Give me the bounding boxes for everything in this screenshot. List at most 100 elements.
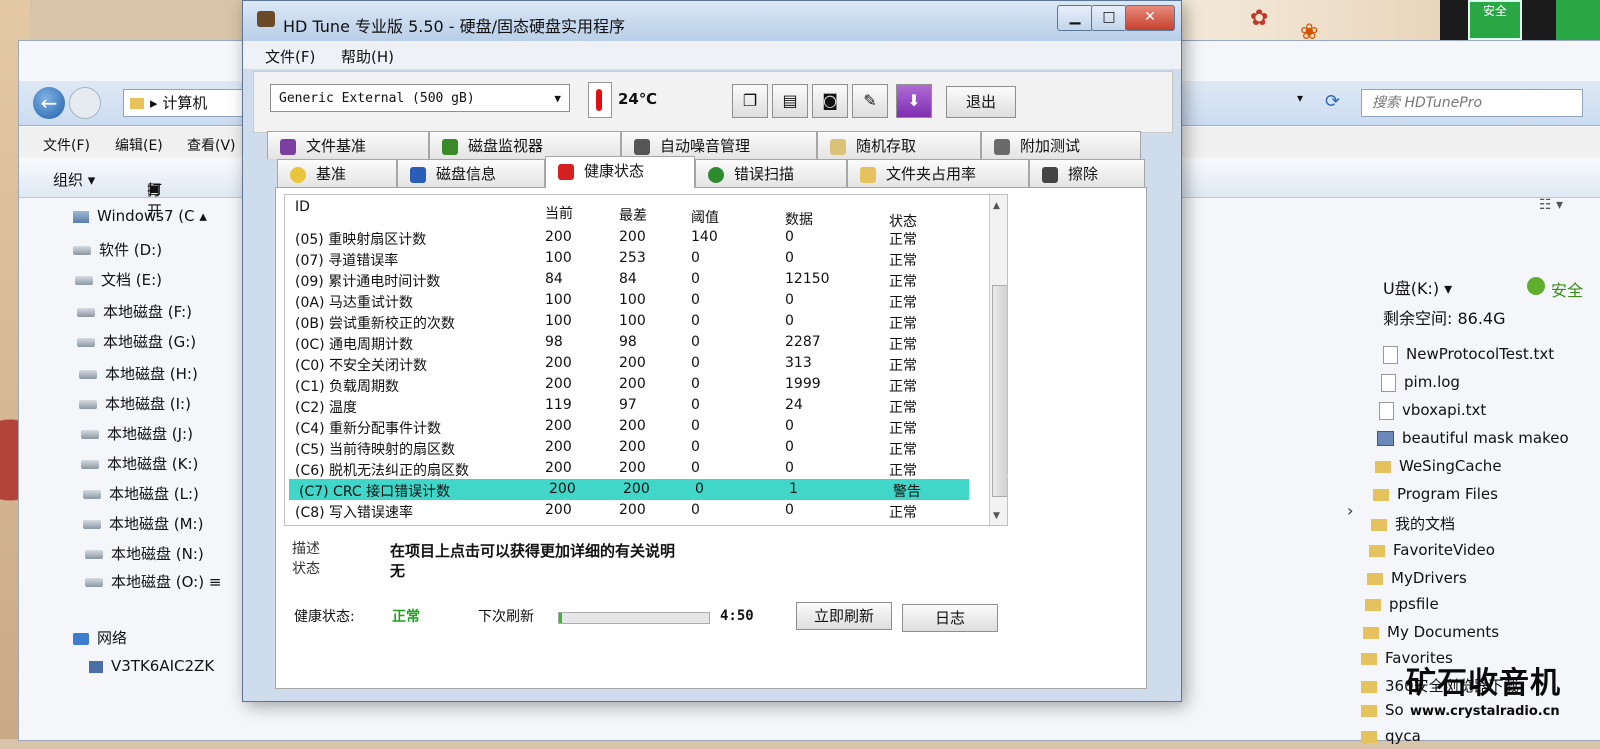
tab-health[interactable]: 健康状态 — [545, 156, 695, 188]
tab-file-benchmark[interactable]: 文件基准 — [267, 131, 429, 159]
folder-item[interactable]: Program Files — [1373, 485, 1498, 507]
table-scrollbar[interactable]: ▲ ▼ — [989, 195, 1007, 525]
table-row[interactable]: (07) 寻道错误率 100 253 0 0 正常 — [285, 248, 989, 269]
tree-item-j[interactable]: 本地磁盘 (J:) — [81, 423, 193, 447]
scroll-down-icon[interactable]: ▼ — [993, 511, 1000, 521]
minimize-button[interactable]: ▁ — [1057, 5, 1093, 31]
tree-item-e[interactable]: 文档 (E:) — [75, 269, 162, 293]
exit-button[interactable]: 退出 — [946, 86, 1016, 118]
tree-item-h[interactable]: 本地磁盘 (H:) — [79, 363, 198, 387]
column-header-worst[interactable]: 最差 — [619, 205, 647, 225]
table-row[interactable]: (09) 累计通电时间计数 84 84 0 12150 正常 — [285, 269, 989, 290]
column-header-data[interactable]: 数据 — [785, 209, 813, 229]
file-name: ppsfile — [1389, 595, 1439, 613]
save-button[interactable]: ⬇ — [896, 84, 932, 118]
scrollbar-thumb[interactable] — [992, 285, 1007, 497]
file-item[interactable]: beautiful mask makeo — [1377, 429, 1569, 451]
file-item[interactable]: pim.log — [1381, 373, 1460, 395]
menu-file[interactable]: 文件(F) — [43, 135, 90, 155]
cell-current: 98 — [545, 334, 563, 350]
forward-arrow-icon[interactable] — [69, 87, 101, 119]
log-button[interactable]: 日志 — [902, 604, 998, 632]
view-options-icon[interactable]: ☷ ▾ — [1539, 197, 1563, 213]
tab-disk-info[interactable]: 磁盘信息 — [397, 159, 545, 187]
tree-item-network[interactable]: 网络 — [73, 627, 127, 651]
folder-item[interactable]: WeSingCache — [1375, 457, 1502, 479]
health-panel: ID 当前 最差 阈值 数据 状态 (05) 重映射扇区计数 200 200 140 0… — [275, 187, 1147, 689]
folder-item[interactable]: ppsfile — [1365, 595, 1439, 617]
safe-label[interactable]: 安全 — [1551, 277, 1583, 301]
folder-item[interactable]: My Documents — [1363, 623, 1499, 645]
tree-item-c[interactable]: Windows7 (C ▴ — [73, 207, 207, 231]
address-dropdown-icon[interactable]: ▾ — [1297, 91, 1303, 105]
close-button[interactable]: ✕ — [1125, 5, 1175, 31]
tab-erase[interactable]: 擦除 — [1029, 159, 1145, 187]
table-row[interactable]: (C6) 脱机无法纠正的扇区数 200 200 0 0 正常 — [285, 458, 989, 479]
table-row[interactable]: (0A) 马达重试计数 100 100 0 0 正常 — [285, 290, 989, 311]
copy-info-button[interactable]: ❐ — [732, 84, 768, 118]
tree-item-computer[interactable]: V3TK6AIC2ZK — [89, 657, 214, 681]
column-header-id[interactable]: ID — [295, 199, 310, 215]
table-row[interactable]: (C8) 写入错误速率 200 200 0 0 正常 — [285, 500, 989, 521]
menu-edit[interactable]: 编辑(E) — [115, 135, 163, 155]
tab-benchmark[interactable]: 基准 — [277, 159, 397, 187]
cell-threshold: 140 — [691, 229, 718, 245]
tree-item-l[interactable]: 本地磁盘 (L:) — [83, 483, 199, 507]
cell-data: 0 — [785, 229, 794, 245]
tree-item-g[interactable]: 本地磁盘 (G:) — [77, 331, 196, 355]
table-row[interactable]: (C1) 负载周期数 200 200 0 1999 正常 — [285, 374, 989, 395]
address-bar[interactable]: ▸ 计算机 — [123, 89, 257, 117]
folder-item[interactable]: MyDrivers — [1367, 569, 1467, 591]
refresh-now-button[interactable]: 立即刷新 — [796, 602, 892, 630]
file-item[interactable]: NewProtocolTest.txt — [1383, 345, 1554, 367]
table-row[interactable]: (0C) 通电周期计数 98 98 0 2287 正常 — [285, 332, 989, 353]
scroll-up-icon[interactable]: ▲ — [993, 201, 1000, 211]
tree-item-f[interactable]: 本地磁盘 (F:) — [77, 301, 192, 325]
options-button[interactable]: ✎ — [852, 84, 888, 118]
drive-icon — [85, 550, 103, 559]
tab-extra-tests[interactable]: 附加测试 — [981, 131, 1141, 159]
table-row[interactable]: (05) 重映射扇区计数 200 200 140 0 正常 — [285, 227, 989, 248]
maximize-button[interactable]: □ — [1091, 5, 1127, 31]
column-header-threshold[interactable]: 阈值 — [691, 207, 719, 227]
usb-drive-label[interactable]: U盘(K:) ▾ — [1383, 275, 1452, 299]
folder-item[interactable]: 我的文档 — [1371, 513, 1455, 535]
column-header-current[interactable]: 当前 — [545, 203, 573, 223]
chevron-right-icon[interactable]: › — [1347, 501, 1353, 520]
drive-select[interactable]: Generic External (500 gB) ▼ — [270, 84, 570, 112]
tree-item-d[interactable]: 软件 (D:) — [73, 239, 162, 263]
table-row-warning[interactable]: (C7) CRC 接口错误计数 200 200 0 1 警告 — [289, 479, 969, 500]
tab-error-scan[interactable]: 错误扫描 — [695, 159, 847, 187]
back-arrow-icon[interactable]: ← — [33, 87, 65, 119]
menu-file[interactable]: 文件(F) — [265, 46, 315, 67]
organize-button[interactable]: 组织 ▾ — [53, 169, 95, 190]
folder-item[interactable]: FavoriteVideo — [1369, 541, 1495, 563]
title-bar[interactable]: HD Tune 专业版 5.50 - 硬盘/固态硬盘实用程序 ▁ □ ✕ — [243, 1, 1181, 41]
table-row[interactable]: (0B) 尝试重新校正的次数 100 100 0 0 正常 — [285, 311, 989, 332]
tab-disk-monitor[interactable]: 磁盘监视器 — [429, 131, 621, 159]
refresh-icon[interactable]: ⟳ — [1325, 91, 1340, 112]
tree-item-k[interactable]: 本地磁盘 (K:) — [81, 453, 198, 477]
table-row[interactable]: (C0) 不安全关闭计数 200 200 0 313 正常 — [285, 353, 989, 374]
table-row[interactable]: (C2) 温度 119 97 0 24 正常 — [285, 395, 989, 416]
folder-icon — [1375, 460, 1391, 473]
tab-random-access[interactable]: 随机存取 — [817, 131, 981, 159]
menu-help[interactable]: 帮助(H) — [341, 46, 394, 67]
cell-data: 1 — [789, 481, 798, 497]
tab-aam[interactable]: 自动噪音管理 — [621, 131, 817, 159]
safe-button[interactable]: 安全 — [1468, 0, 1522, 40]
table-row[interactable]: (C5) 当前待映射的扇区数 200 200 0 0 正常 — [285, 437, 989, 458]
file-item[interactable]: vboxapi.txt — [1379, 401, 1486, 423]
tree-item-o[interactable]: 本地磁盘 (O:) ≡ — [85, 571, 221, 595]
copy-screenshot-button[interactable]: ▤ — [772, 84, 808, 118]
tree-item-m[interactable]: 本地磁盘 (M:) — [83, 513, 203, 537]
drive-icon — [77, 338, 95, 347]
table-row[interactable]: (C4) 重新分配事件计数 200 200 0 0 正常 — [285, 416, 989, 437]
search-input[interactable]: 搜索 HDTunePro — [1361, 89, 1583, 117]
tree-item-n[interactable]: 本地磁盘 (N:) — [85, 543, 204, 567]
green-widget-button[interactable] — [1556, 0, 1600, 40]
tree-item-i[interactable]: 本地磁盘 (I:) — [79, 393, 191, 417]
tab-folder-usage[interactable]: 文件夹占用率 — [847, 159, 1029, 187]
screenshot-button[interactable]: ◙ — [812, 84, 848, 118]
menu-view[interactable]: 查看(V) — [187, 135, 236, 155]
